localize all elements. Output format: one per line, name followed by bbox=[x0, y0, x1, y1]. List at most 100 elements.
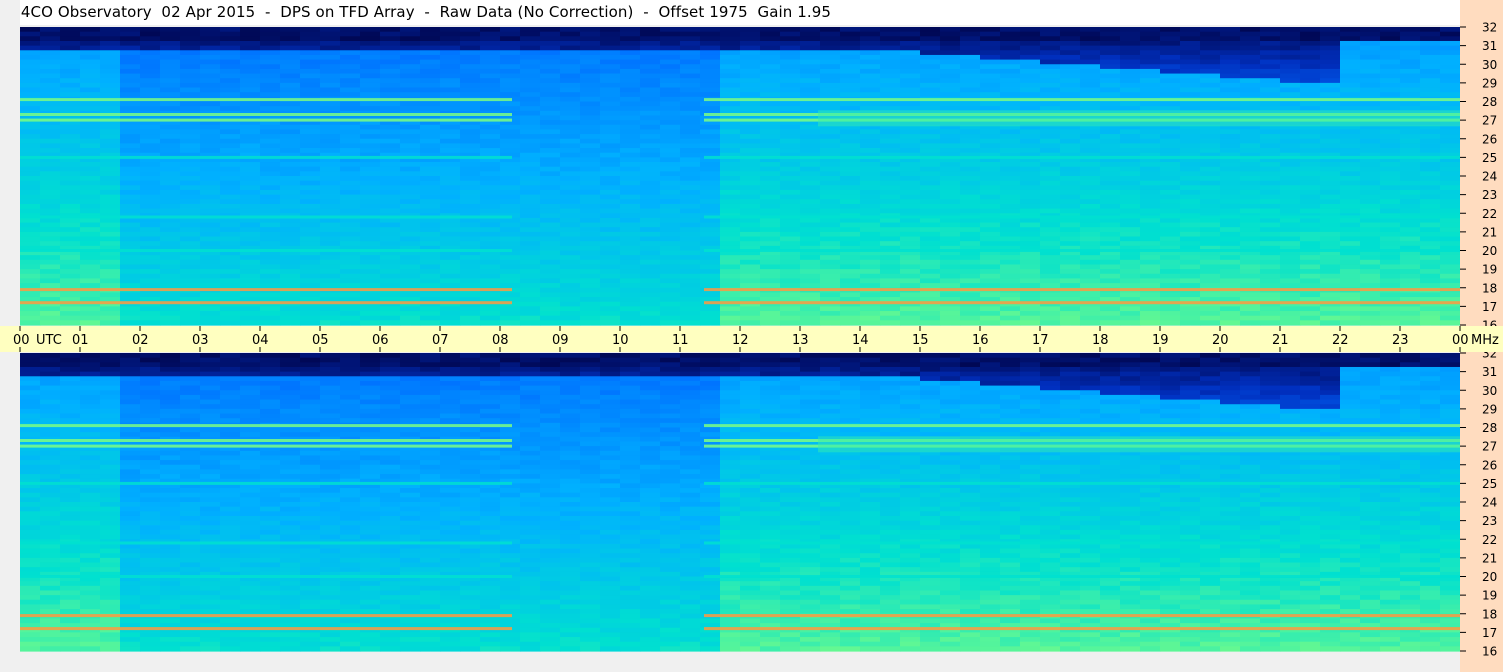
heatmap-cell bbox=[640, 264, 661, 270]
heatmap-cell bbox=[920, 176, 941, 182]
heatmap-cell bbox=[1000, 64, 1021, 70]
heatmap-cell bbox=[520, 45, 541, 51]
heatmap-cell bbox=[200, 222, 221, 228]
heatmap-cell bbox=[620, 115, 641, 121]
heatmap-cell bbox=[120, 241, 141, 247]
heatmap-cell bbox=[1440, 199, 1461, 205]
heatmap-cell bbox=[1020, 231, 1041, 238]
heatmap-cell bbox=[1380, 45, 1401, 51]
heatmap-cell bbox=[740, 320, 761, 326]
heatmap-cell bbox=[340, 101, 361, 107]
heatmap-cell bbox=[1280, 101, 1301, 107]
heatmap-cell bbox=[20, 50, 41, 56]
heatmap-cell bbox=[100, 404, 121, 410]
heatmap-cell bbox=[700, 134, 721, 140]
heatmap-cell bbox=[380, 185, 401, 191]
band-27mhz bbox=[818, 110, 1460, 127]
heatmap-cell bbox=[200, 162, 221, 168]
heatmap-cell bbox=[280, 176, 301, 182]
heatmap-cell bbox=[900, 203, 921, 210]
heatmap-cell bbox=[920, 315, 941, 321]
interference-band bbox=[20, 155, 512, 159]
heatmap-cell bbox=[100, 357, 121, 363]
heatmap-cell bbox=[1060, 283, 1081, 289]
heatmap-cell bbox=[960, 40, 981, 47]
heatmap-cell bbox=[700, 311, 721, 317]
heatmap-cell bbox=[1200, 50, 1221, 56]
heatmap-cell bbox=[780, 185, 801, 191]
heatmap-cell bbox=[300, 199, 321, 205]
heatmap-cell bbox=[920, 27, 941, 33]
heatmap-cell bbox=[180, 40, 201, 47]
heatmap-cell bbox=[360, 278, 381, 284]
heatmap-cell bbox=[560, 269, 581, 275]
heatmap-cell bbox=[1320, 180, 1341, 186]
heatmap-cell bbox=[160, 292, 181, 298]
heatmap-cell bbox=[1160, 255, 1181, 261]
heatmap-cell bbox=[40, 366, 61, 373]
heatmap-cell bbox=[1260, 176, 1281, 182]
heatmap-cell bbox=[1400, 264, 1421, 270]
heatmap-cell bbox=[1240, 241, 1261, 247]
heatmap-cell bbox=[600, 101, 621, 107]
heatmap-cell bbox=[40, 78, 61, 84]
heatmap-cell bbox=[720, 162, 741, 168]
heatmap-cell bbox=[1220, 306, 1241, 312]
heatmap-cell bbox=[600, 171, 621, 177]
heatmap-cell bbox=[1280, 231, 1301, 238]
heatmap-cell bbox=[20, 357, 41, 363]
heatmap-cell bbox=[100, 27, 121, 33]
heatmap-cell bbox=[1360, 194, 1381, 200]
heatmap-cell bbox=[1320, 306, 1341, 312]
heatmap-cell bbox=[1100, 129, 1121, 135]
heatmap-cell bbox=[660, 231, 681, 238]
heatmap-cell bbox=[380, 208, 401, 214]
heatmap-cell bbox=[60, 641, 81, 647]
heatmap-cell bbox=[1020, 92, 1041, 98]
heatmap-cell bbox=[440, 320, 461, 326]
heatmap-cell bbox=[1020, 166, 1041, 172]
heatmap-cell bbox=[1240, 134, 1261, 140]
heatmap-cell bbox=[440, 292, 461, 298]
heatmap-cell bbox=[1100, 236, 1121, 242]
heatmap-cell bbox=[80, 455, 101, 461]
heatmap-cell bbox=[1160, 180, 1181, 186]
heatmap-cell bbox=[1260, 222, 1281, 228]
heatmap-cell bbox=[320, 203, 341, 210]
heatmap-cell bbox=[1380, 138, 1401, 145]
heatmap-cell bbox=[700, 241, 721, 247]
heatmap-cell bbox=[1200, 269, 1221, 275]
heatmap-cell bbox=[860, 311, 881, 317]
heatmap-cell bbox=[1360, 59, 1381, 65]
heatmap-cell bbox=[220, 255, 241, 261]
heatmap-cell bbox=[860, 208, 881, 214]
heatmap-cell bbox=[560, 273, 581, 280]
heatmap-cell bbox=[400, 82, 421, 89]
heatmap-cell bbox=[1120, 208, 1141, 214]
heatmap-cell bbox=[620, 208, 641, 214]
heatmap-cell bbox=[200, 203, 221, 210]
heatmap-cell bbox=[1040, 148, 1061, 154]
heatmap-cell bbox=[880, 64, 901, 70]
heatmap-cell bbox=[1420, 199, 1441, 205]
heatmap-cell bbox=[1000, 283, 1021, 289]
heatmap-cell bbox=[1220, 259, 1241, 266]
heatmap-cell bbox=[1260, 259, 1281, 266]
heatmap-cell bbox=[200, 78, 221, 84]
heatmap-cell bbox=[440, 82, 461, 89]
heatmap-cell bbox=[620, 320, 641, 326]
heatmap-cell bbox=[1060, 311, 1081, 317]
heatmap-cell bbox=[880, 315, 901, 321]
heatmap-cell bbox=[80, 129, 101, 135]
heatmap-cell bbox=[560, 110, 581, 117]
heatmap-cell bbox=[80, 203, 101, 210]
heatmap-cell bbox=[680, 301, 701, 307]
heatmap-cell bbox=[1320, 315, 1341, 321]
heatmap-cell bbox=[780, 82, 801, 89]
heatmap-cell bbox=[880, 292, 901, 298]
heatmap-cell bbox=[1000, 199, 1021, 205]
heatmap-cell bbox=[720, 236, 741, 242]
heatmap-cell bbox=[380, 227, 401, 233]
heatmap-cell bbox=[1300, 64, 1321, 70]
heatmap-cell bbox=[1340, 129, 1361, 135]
